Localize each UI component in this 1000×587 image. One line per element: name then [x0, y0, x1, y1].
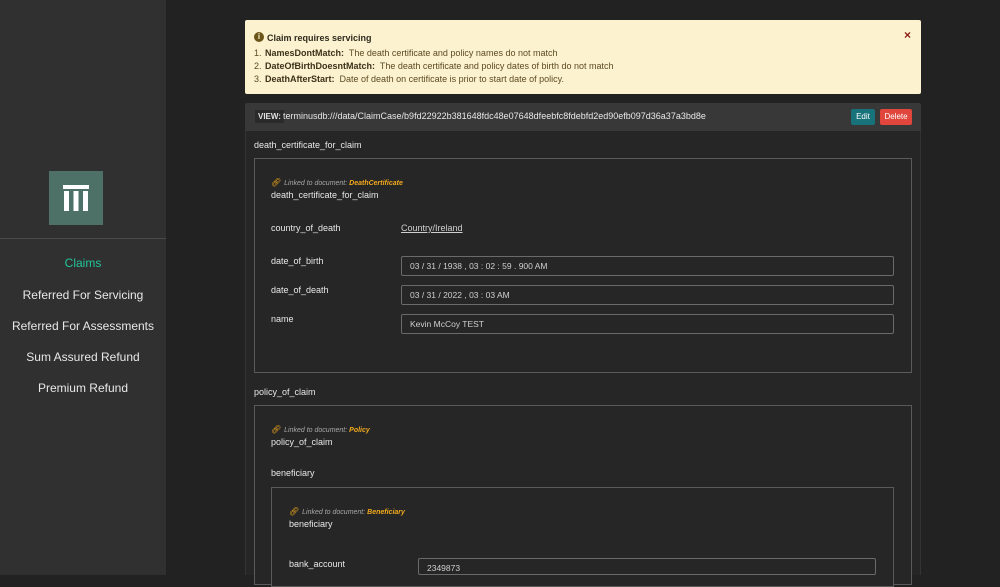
country-of-death-link[interactable]: Country/Ireland — [401, 223, 463, 233]
sidebar-divider — [0, 238, 166, 239]
policy-subtitle: policy_of_claim — [271, 437, 333, 447]
date-of-birth-label: date_of_birth — [271, 256, 324, 266]
alert-title: Claim requires servicing — [267, 33, 372, 43]
beneficiary-label: beneficiary — [271, 468, 315, 478]
sidebar-item-premium-refund[interactable]: Premium Refund — [0, 381, 166, 395]
linked-document-line: 🔗︎ Linked to document: Policy — [271, 425, 370, 434]
linked-document-line: 🔗︎ Linked to document: Beneficiary — [289, 507, 405, 516]
linked-doc-beneficiary[interactable]: Beneficiary — [367, 509, 405, 516]
name-label: name — [271, 314, 294, 324]
alert-item: 3. DeathAfterStart: Date of death on cert… — [254, 74, 564, 84]
alert-item: 1. NamesDontMatch: The death certificate … — [254, 48, 558, 58]
delete-button[interactable]: Delete — [880, 109, 912, 125]
sidebar-item-referred-for-assessments[interactable]: Referred For Assessments — [0, 319, 166, 333]
sidebar-item-referred-for-servicing[interactable]: Referred For Servicing — [0, 288, 166, 302]
link-icon: 🔗︎ — [271, 178, 282, 187]
country-of-death-label: country_of_death — [271, 223, 341, 233]
name-input[interactable]: Kevin McCoy TEST — [401, 314, 894, 334]
link-icon: 🔗︎ — [271, 425, 282, 434]
date-of-birth-input[interactable]: 03 / 31 / 1938 , 03 : 02 : 59 . 900 AM — [401, 256, 894, 276]
death-certificate-subtitle: death_certificate_for_claim — [271, 190, 379, 200]
alert-list: 1. NamesDontMatch: The death certificate … — [254, 47, 614, 86]
section-title-policy: policy_of_claim — [254, 387, 316, 397]
sidebar-item-sum-assured-refund[interactable]: Sum Assured Refund — [0, 350, 166, 364]
section-title-death-certificate: death_certificate_for_claim — [254, 140, 362, 150]
linked-document-line: 🔗︎ Linked to document: DeathCertificate — [271, 178, 403, 187]
linked-doc-deathcertificate[interactable]: DeathCertificate — [349, 180, 403, 187]
bank-account-input[interactable]: 2349873 — [418, 558, 876, 575]
date-of-death-label: date_of_death — [271, 285, 329, 295]
link-icon: 🔗︎ — [289, 507, 300, 516]
alert-item: 2. DateOfBirthDoesntMatch: The death cert… — [254, 61, 614, 71]
claim-alert: i Claim requires servicing × 1. NamesDont… — [245, 20, 921, 94]
bank-account-label: bank_account — [289, 559, 346, 569]
document-view-bar: VIEW: terminusdb:///data/ClaimCase/b9fd2… — [245, 103, 921, 131]
sidebar-item-claims[interactable]: Claims — [0, 256, 166, 270]
sidebar: Claims Referred For Servicing Referred F… — [0, 0, 166, 575]
linked-doc-policy[interactable]: Policy — [349, 427, 370, 434]
beneficiary-subtitle: beneficiary — [289, 519, 333, 529]
info-icon: i — [254, 32, 264, 42]
date-of-death-input[interactable]: 03 / 31 / 2022 , 03 : 03 AM — [401, 285, 894, 305]
view-tag: VIEW: — [255, 110, 284, 123]
close-icon[interactable]: × — [904, 28, 911, 42]
edit-button[interactable]: Edit — [851, 109, 875, 125]
app-logo[interactable] — [49, 171, 103, 225]
logo-columns-icon — [63, 185, 89, 211]
document-uri: terminusdb:///data/ClaimCase/b9fd22922b3… — [283, 111, 706, 121]
